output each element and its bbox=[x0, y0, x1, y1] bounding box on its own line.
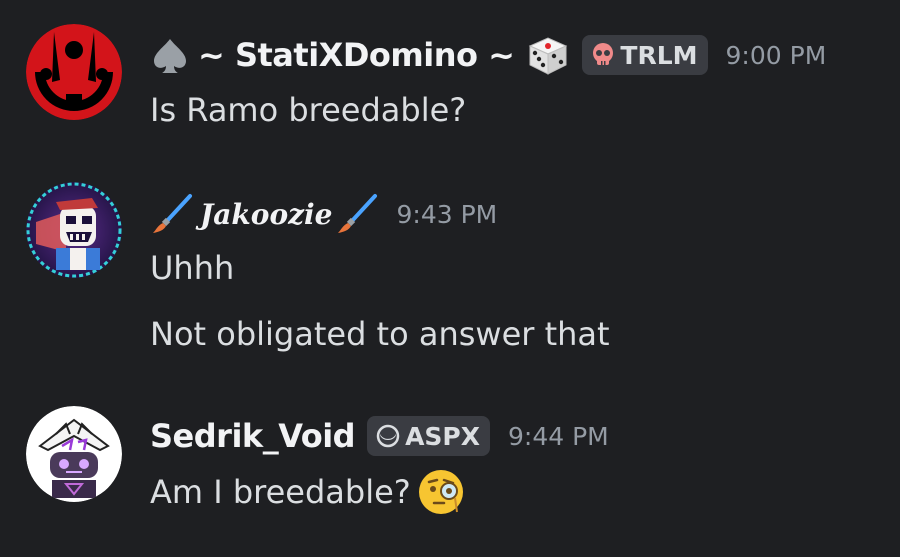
role-tag[interactable]: ASPX bbox=[367, 416, 491, 456]
username[interactable]: ~ StatiXDomino ~ bbox=[198, 36, 515, 74]
role-tag-label: TRLM bbox=[620, 40, 698, 70]
moon-icon bbox=[375, 423, 401, 449]
message-text: Am I breedable? bbox=[150, 468, 465, 516]
avatar[interactable] bbox=[26, 182, 122, 278]
avatar[interactable] bbox=[26, 24, 122, 120]
timestamp[interactable]: 9:00 PM bbox=[726, 41, 827, 70]
paintbrush-icon bbox=[150, 192, 194, 236]
role-tag[interactable]: TRLM bbox=[582, 35, 708, 75]
dice-icon bbox=[524, 32, 570, 78]
message-text: Uhhh bbox=[150, 249, 235, 287]
timestamp[interactable]: 9:44 PM bbox=[508, 422, 609, 451]
timestamp[interactable]: 9:43 PM bbox=[397, 200, 498, 229]
skull-icon bbox=[590, 42, 616, 68]
message-header: Sedrik_Void ASPX 9:44 PM bbox=[150, 414, 609, 458]
message-text: Not obligated to answer that bbox=[150, 315, 610, 353]
face-with-monocle-emoji bbox=[417, 468, 465, 516]
avatar[interactable] bbox=[26, 406, 122, 502]
username[interactable]: Sedrik_Void bbox=[150, 417, 356, 455]
message-header: Jakoozie 9:43 PM bbox=[150, 192, 497, 236]
paintbrush-icon bbox=[335, 192, 379, 236]
username[interactable]: Jakoozie bbox=[200, 198, 333, 231]
message-text-content: Am I breedable? bbox=[150, 473, 411, 511]
spade-icon bbox=[150, 35, 190, 75]
message-header: ~ StatiXDomino ~ TRLM 9:00 PM bbox=[150, 34, 826, 76]
message-text: Is Ramo breedable? bbox=[150, 91, 467, 129]
role-tag-label: ASPX bbox=[405, 421, 481, 451]
